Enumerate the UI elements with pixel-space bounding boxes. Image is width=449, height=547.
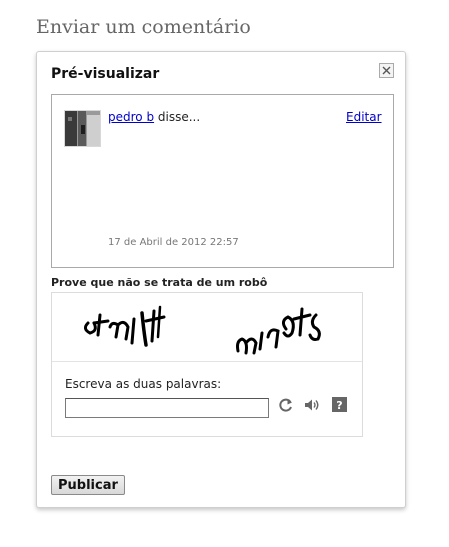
panel-title: Pré-visualizar <box>51 66 160 82</box>
captcha-label: Prove que não se trata de um robô <box>51 276 268 289</box>
author-link[interactable]: pedro b <box>108 110 154 124</box>
captcha-widget: Escreva as duas palavras: ? <box>51 292 363 437</box>
close-button[interactable] <box>379 63 394 78</box>
reload-icon[interactable] <box>278 397 294 417</box>
preview-panel: Pré-visualizar pedro b disse... Editar 1… <box>36 51 406 508</box>
edit-link[interactable]: Editar <box>346 110 382 124</box>
publish-button[interactable]: Publicar <box>51 475 125 495</box>
svg-text:?: ? <box>336 399 342 412</box>
captcha-input[interactable] <box>65 398 269 418</box>
comment-byline: pedro b disse... <box>108 110 200 124</box>
section-heading: Enviar um comentário <box>36 16 251 38</box>
captcha-prompt: Escreva as duas palavras: <box>65 377 222 391</box>
help-icon[interactable]: ? <box>332 397 347 416</box>
captcha-image <box>52 293 362 362</box>
audio-icon[interactable] <box>303 397 320 417</box>
said-text: disse... <box>157 110 201 124</box>
avatar[interactable] <box>64 110 101 147</box>
comment-timestamp: 17 de Abril de 2012 22:57 <box>108 237 239 248</box>
comment-preview: pedro b disse... Editar 17 de Abril de 2… <box>51 94 394 268</box>
close-icon <box>382 66 391 75</box>
